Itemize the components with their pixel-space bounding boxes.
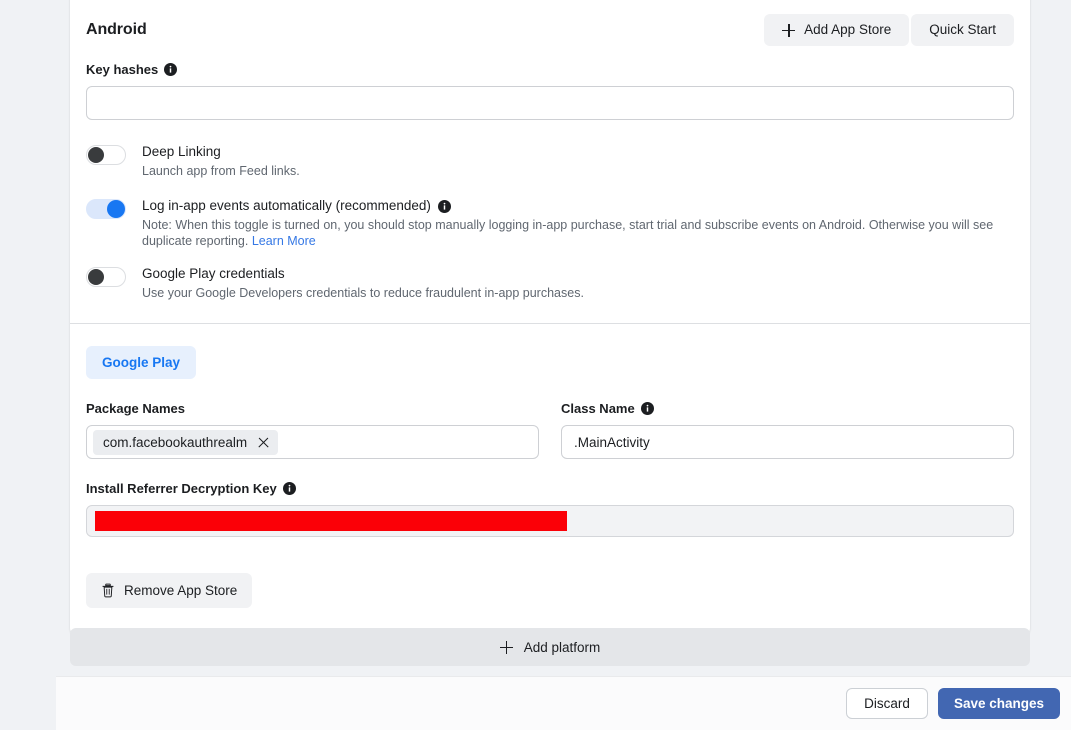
install-referrer-label: Install Referrer Decryption Key: [86, 481, 277, 496]
log-events-toggle[interactable]: [86, 199, 126, 219]
discard-label: Discard: [864, 695, 910, 711]
package-names-label-row: Package Names: [86, 401, 539, 416]
key-hashes-section: Key hashes: [70, 48, 1030, 120]
log-events-title-row: Log in-app events automatically (recomme…: [142, 198, 1014, 214]
install-referrer-label-row: Install Referrer Decryption Key: [86, 481, 1014, 496]
info-icon[interactable]: [164, 63, 178, 76]
trash-icon: [101, 583, 115, 598]
google-play-credentials-title: Google Play credentials: [142, 266, 285, 281]
action-footer: Discard Save changes: [56, 676, 1071, 730]
toggle-knob: [88, 147, 104, 163]
google-play-credentials-text: Google Play credentials Use your Google …: [142, 266, 1014, 301]
class-name-field: Class Name: [561, 401, 1014, 459]
google-play-credentials-toggle[interactable]: [86, 267, 126, 287]
add-platform-button[interactable]: Add platform: [70, 628, 1030, 666]
deep-linking-title: Deep Linking: [142, 144, 221, 159]
add-app-store-label: Add App Store: [804, 22, 892, 38]
add-app-store-button[interactable]: Add App Store: [764, 14, 910, 46]
deep-linking-text: Deep Linking Launch app from Feed links.: [142, 144, 1014, 179]
remove-app-store-row: Remove App Store: [86, 573, 1014, 608]
store-fields-row: Package Names com.facebookauthrealm Clas…: [86, 401, 1014, 459]
redaction-overlay: [95, 511, 567, 531]
remove-app-store-label: Remove App Store: [124, 582, 238, 598]
class-name-label-row: Class Name: [561, 401, 1014, 416]
class-name-input[interactable]: [561, 425, 1014, 459]
package-name-token-label: com.facebookauthrealm: [103, 434, 248, 450]
log-events-row: Log in-app events automatically (recomme…: [70, 198, 1030, 249]
remove-app-store-button[interactable]: Remove App Store: [86, 573, 253, 608]
plus-icon: [499, 640, 513, 654]
log-events-text: Log in-app events automatically (recomme…: [142, 198, 1014, 249]
log-events-title: Log in-app events automatically (recomme…: [142, 198, 431, 213]
package-names-input[interactable]: com.facebookauthrealm: [86, 425, 539, 459]
package-names-field: Package Names com.facebookauthrealm: [86, 401, 539, 459]
install-referrer-input[interactable]: [86, 505, 1014, 537]
page-title: Android: [86, 21, 147, 38]
package-name-token: com.facebookauthrealm: [93, 429, 279, 455]
google-play-credentials-description: Use your Google Developers credentials t…: [142, 286, 584, 300]
deep-linking-row: Deep Linking Launch app from Feed links.: [70, 144, 1030, 179]
settings-page: Android Add App Store Quick Start Key ha…: [0, 0, 1071, 730]
tab-google-play[interactable]: Google Play: [86, 346, 197, 379]
google-play-credentials-row: Google Play credentials Use your Google …: [70, 266, 1030, 323]
package-names-label: Package Names: [86, 401, 186, 416]
quick-start-button[interactable]: Quick Start: [911, 14, 1014, 46]
deep-linking-toggle[interactable]: [86, 145, 126, 165]
key-hashes-label-row: Key hashes: [86, 62, 1014, 77]
learn-more-link[interactable]: Learn More: [252, 234, 316, 248]
discard-button[interactable]: Discard: [846, 687, 928, 720]
info-icon[interactable]: [437, 199, 451, 213]
class-name-label: Class Name: [561, 401, 635, 416]
deep-linking-title-row: Deep Linking: [142, 144, 1014, 160]
google-play-credentials-title-row: Google Play credentials: [142, 266, 1014, 282]
log-events-description: Note: When this toggle is turned on, you…: [142, 217, 1014, 249]
plus-icon: [782, 23, 796, 37]
quick-start-label: Quick Start: [929, 22, 996, 38]
add-platform-label: Add platform: [523, 639, 601, 655]
toggle-knob: [88, 269, 104, 285]
app-store-section: Google Play Package Names com.facebookau…: [70, 324, 1030, 636]
save-changes-label: Save changes: [953, 695, 1044, 711]
toggle-knob: [107, 200, 125, 218]
android-platform-card: Android Add App Store Quick Start Key ha…: [70, 0, 1030, 636]
save-changes-button[interactable]: Save changes: [937, 687, 1060, 720]
key-hashes-label: Key hashes: [86, 62, 159, 77]
info-icon[interactable]: [640, 402, 654, 415]
key-hashes-input[interactable]: [86, 86, 1014, 120]
deep-linking-description: Launch app from Feed links.: [142, 164, 300, 178]
info-icon[interactable]: [282, 482, 296, 495]
header-actions: Add App Store Quick Start: [764, 14, 1014, 46]
platform-header: Android Add App Store Quick Start: [70, 0, 1030, 48]
close-icon[interactable]: [258, 437, 269, 448]
install-referrer-field: Install Referrer Decryption Key: [86, 481, 1014, 537]
